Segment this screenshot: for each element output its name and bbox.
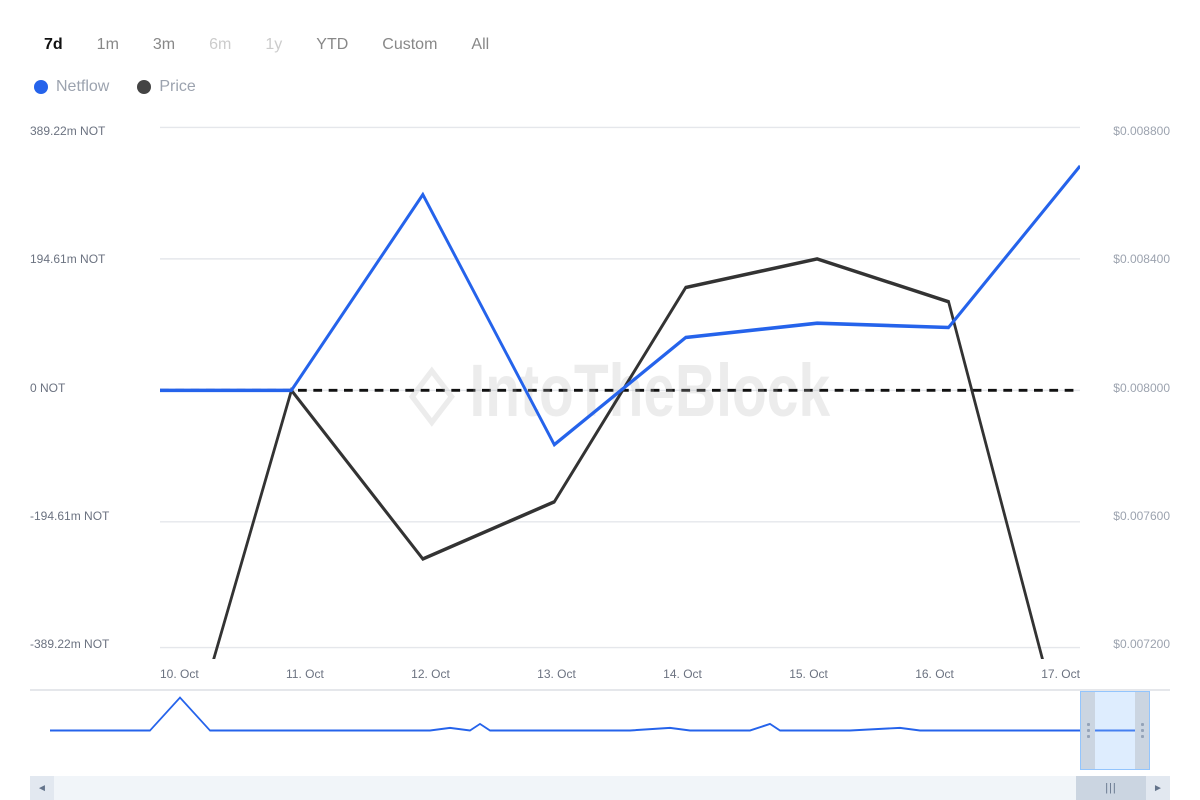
netflow-dot xyxy=(34,80,48,94)
scroll-track: ||| xyxy=(54,776,1146,800)
navigator-handle[interactable] xyxy=(1080,691,1150,770)
y-label-right: $0.008400 xyxy=(1080,252,1170,266)
time-range-selector: 7d1m3m6m1yYTDCustomAll xyxy=(30,30,1170,60)
price-line xyxy=(160,259,1080,659)
y-label-right: $0.008800 xyxy=(1080,124,1170,138)
grip-lines-left xyxy=(1087,723,1090,738)
chart-wrapper: 389.22m NOT 194.61m NOT 0 NOT -194.61m NOT -… xyxy=(30,116,1170,800)
grip-line xyxy=(1141,729,1144,732)
main-chart: 389.22m NOT 194.61m NOT 0 NOT -194.61m NOT -… xyxy=(30,116,1170,690)
legend-netflow: Netflow xyxy=(34,78,109,96)
x-label: 16. Oct xyxy=(915,667,954,681)
x-label: 15. Oct xyxy=(789,667,828,681)
y-label-left: -389.22m NOT xyxy=(30,637,160,651)
time-btn-6m: 6m xyxy=(195,30,245,60)
scroll-left-button[interactable]: ◄ xyxy=(30,776,54,800)
y-label-right: $0.007200 xyxy=(1080,637,1170,651)
y-label-right: $0.007600 xyxy=(1080,509,1170,523)
grip-lines-right xyxy=(1141,723,1144,738)
y-label-left: 0 NOT xyxy=(30,381,160,395)
time-btn-1y: 1y xyxy=(251,30,296,60)
netflow-label: Netflow xyxy=(56,78,109,96)
time-btn-ytd[interactable]: YTD xyxy=(302,30,362,60)
time-btn-all[interactable]: All xyxy=(457,30,503,60)
grip-line xyxy=(1087,723,1090,726)
grip-line xyxy=(1087,729,1090,732)
mini-chart-svg-area xyxy=(50,691,1150,770)
x-label: 12. Oct xyxy=(411,667,450,681)
main-container: 7d1m3m6m1yYTDCustomAll Netflow Price 389… xyxy=(0,0,1200,800)
nav-grip-left[interactable] xyxy=(1081,692,1095,769)
x-label: 10. Oct xyxy=(160,667,199,681)
x-label: 11. Oct xyxy=(286,667,324,681)
nav-grip-right[interactable] xyxy=(1135,692,1149,769)
x-label: 17. Oct xyxy=(1041,667,1080,681)
scroll-bar: ◄ ||| ► xyxy=(30,776,1170,800)
x-label: 13. Oct xyxy=(537,667,576,681)
y-label-left: 194.61m NOT xyxy=(30,252,160,266)
x-label: 14. Oct xyxy=(663,667,702,681)
mini-chart-wrapper: May '24Jul '24Sep '24 ◄ ||| ► xyxy=(30,690,1170,800)
time-btn-custom[interactable]: Custom xyxy=(368,30,451,60)
y-label-left: 389.22m NOT xyxy=(30,124,160,138)
y-axis-left: 389.22m NOT 194.61m NOT 0 NOT -194.61m NOT -… xyxy=(30,116,160,659)
time-btn-7d[interactable]: 7d xyxy=(30,30,77,60)
mini-chart-svg xyxy=(50,691,1150,770)
scroll-right-button[interactable]: ► xyxy=(1146,776,1170,800)
grip-line xyxy=(1141,735,1144,738)
grip-line xyxy=(1141,723,1144,726)
x-axis: 10. Oct 11. Oct 12. Oct 13. Oct 14. Oct 15. O… xyxy=(160,659,1080,689)
y-label-right: $0.008000 xyxy=(1080,381,1170,395)
time-btn-1m[interactable]: 1m xyxy=(83,30,133,60)
time-btn-3m[interactable]: 3m xyxy=(139,30,189,60)
scroll-thumb[interactable]: ||| xyxy=(1076,776,1146,800)
chart-svg: ◇ IntoTheBlock xyxy=(160,116,1080,659)
grip-line xyxy=(1087,735,1090,738)
legend-price: Price xyxy=(137,78,195,96)
price-label: Price xyxy=(159,78,195,96)
y-label-left: -194.61m NOT xyxy=(30,509,160,523)
chart-svg-area: ◇ IntoTheBlock xyxy=(160,116,1080,659)
price-dot xyxy=(137,80,151,94)
y-axis-right: $0.008800 $0.008400 $0.008000 $0.007600 $0.0… xyxy=(1080,116,1170,659)
scroll-grip-icon: ||| xyxy=(1105,782,1117,794)
chart-legend: Netflow Price xyxy=(30,78,1170,96)
